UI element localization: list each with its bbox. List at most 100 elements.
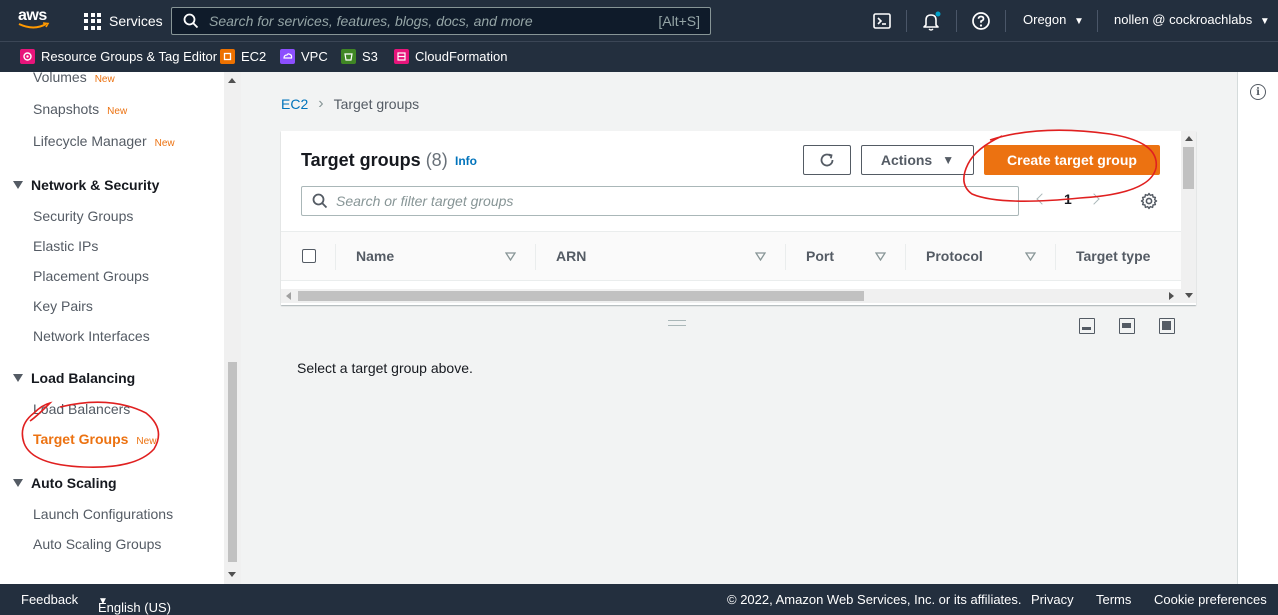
sidebar-item-volumes[interactable]: Volumes New: [33, 72, 115, 85]
scroll-up-arrow-icon[interactable]: [228, 78, 236, 83]
refresh-button[interactable]: [803, 145, 851, 175]
sidebar-item-network-interfaces[interactable]: Network Interfaces: [33, 328, 150, 344]
sidebar-item-key-pairs[interactable]: Key Pairs: [33, 298, 93, 314]
favorite-vpc[interactable]: VPC: [280, 49, 328, 64]
sort-icon[interactable]: [755, 252, 766, 261]
current-page-number[interactable]: 1: [1064, 191, 1072, 207]
favorite-cloudformation[interactable]: CloudFormation: [394, 49, 508, 64]
feedback-link[interactable]: Feedback: [21, 592, 78, 607]
side-navigation: Volumes New Snapshots New Lifecycle Manage…: [0, 72, 241, 584]
help-icon[interactable]: [971, 11, 991, 31]
copyright-text: © 2022, Amazon Web Services, Inc. or its…: [727, 592, 1022, 607]
terms-link[interactable]: Terms: [1096, 592, 1131, 607]
info-link[interactable]: Info: [455, 154, 477, 168]
sidebar-scrollbar[interactable]: [224, 72, 241, 584]
info-icon[interactable]: i: [1250, 84, 1266, 100]
nav-divider: [1005, 10, 1006, 32]
column-divider[interactable]: [1055, 244, 1056, 270]
split-panel-middle-icon[interactable]: [1119, 318, 1135, 334]
scroll-down-arrow-icon[interactable]: [1185, 293, 1193, 298]
cloudshell-icon[interactable]: [872, 11, 892, 31]
cloudformation-icon: [394, 49, 409, 64]
nav-divider: [1097, 10, 1098, 32]
language-selector[interactable]: English (US) ▼: [98, 592, 171, 615]
split-panel-resize-handle[interactable]: [668, 320, 686, 326]
column-divider[interactable]: [785, 244, 786, 270]
actions-dropdown-button[interactable]: Actions ▼: [861, 145, 974, 175]
tools-panel-rail: i: [1237, 72, 1278, 584]
scrollbar-thumb[interactable]: [1183, 147, 1194, 189]
account-label: nollen @ cockroachlabs: [1114, 12, 1253, 27]
new-badge: New: [107, 106, 128, 117]
region-selector[interactable]: Oregon ▼: [1023, 12, 1084, 27]
sidebar-section-network-security[interactable]: Network & Security: [13, 177, 159, 193]
create-target-group-button[interactable]: Create target group: [984, 145, 1160, 175]
caret-down-icon: [13, 374, 23, 382]
gear-icon[interactable]: [1140, 192, 1158, 210]
column-divider[interactable]: [905, 244, 906, 270]
sidebar-item-placement-groups[interactable]: Placement Groups: [33, 268, 149, 284]
favorite-resource-groups[interactable]: Resource Groups & Tag Editor: [20, 49, 217, 64]
scroll-up-arrow-icon[interactable]: [1185, 136, 1193, 141]
account-menu[interactable]: nollen @ cockroachlabs ▼: [1114, 12, 1270, 27]
caret-down-icon: ▼: [1259, 16, 1270, 27]
next-page-icon[interactable]: [1088, 193, 1100, 205]
sidebar-section-auto-scaling[interactable]: Auto Scaling: [13, 475, 117, 491]
column-header-port[interactable]: Port: [806, 248, 834, 264]
favorite-ec2[interactable]: EC2: [220, 49, 266, 64]
scrollbar-thumb[interactable]: [228, 362, 237, 562]
global-search-input[interactable]: [209, 13, 659, 29]
sidebar-item-load-balancers[interactable]: Load Balancers: [33, 401, 130, 417]
aws-logo[interactable]: aws: [18, 8, 52, 34]
breadcrumb-ec2-link[interactable]: EC2: [281, 96, 308, 112]
favorite-label: Resource Groups & Tag Editor: [41, 49, 218, 64]
caret-down-icon: ▼: [1074, 16, 1084, 27]
services-menu-button[interactable]: Services: [84, 10, 163, 32]
table-horizontal-scrollbar[interactable]: [281, 289, 1181, 303]
target-group-count: (8): [425, 150, 448, 170]
select-all-checkbox[interactable]: [302, 249, 316, 263]
resource-groups-icon: [20, 49, 35, 64]
scroll-down-arrow-icon[interactable]: [228, 572, 236, 577]
empty-selection-message: Select a target group above.: [297, 360, 473, 376]
column-header-name[interactable]: Name: [356, 248, 394, 264]
scroll-right-arrow-icon[interactable]: [1169, 292, 1174, 300]
sort-icon[interactable]: [875, 252, 886, 261]
breadcrumb-current: Target groups: [333, 96, 420, 112]
notifications-bell-icon[interactable]: [921, 11, 941, 31]
filter-target-groups-input[interactable]: [336, 193, 1018, 209]
sidebar-item-target-groups[interactable]: Target Groups New: [33, 431, 156, 447]
sort-icon[interactable]: [1025, 252, 1036, 261]
favorite-label: S3: [362, 49, 378, 64]
pagination: 1: [1036, 191, 1100, 207]
page-title: Target groups (8): [301, 150, 448, 170]
sidebar-section-load-balancing[interactable]: Load Balancing: [13, 370, 135, 386]
column-divider[interactable]: [535, 244, 536, 270]
target-groups-table-panel: Target groups (8) Info Actions ▼ Create …: [281, 131, 1196, 305]
services-label: Services: [109, 13, 163, 29]
caret-down-icon: [13, 181, 23, 189]
column-header-arn[interactable]: ARN: [556, 248, 586, 264]
table-vertical-scrollbar[interactable]: [1181, 131, 1196, 303]
breadcrumb: EC2 › Target groups: [281, 95, 419, 113]
sidebar-item-snapshots[interactable]: Snapshots New: [33, 101, 127, 117]
split-panel-bottom-icon[interactable]: [1079, 318, 1095, 334]
column-header-protocol[interactable]: Protocol: [926, 248, 983, 264]
refresh-icon: [820, 153, 834, 167]
chevron-right-icon: ›: [318, 95, 324, 112]
sidebar-item-security-groups[interactable]: Security Groups: [33, 208, 133, 224]
scrollbar-thumb[interactable]: [298, 291, 864, 301]
cookie-preferences-link[interactable]: Cookie preferences: [1154, 592, 1267, 607]
column-header-target-type[interactable]: Target type: [1076, 248, 1150, 264]
favorite-s3[interactable]: S3: [341, 49, 378, 64]
previous-page-icon[interactable]: [1036, 193, 1048, 205]
split-panel-full-icon[interactable]: [1159, 318, 1175, 334]
sidebar-item-lifecycle-manager[interactable]: Lifecycle Manager New: [33, 133, 175, 149]
table-header: Name ARN Port Protocol Target type: [281, 231, 1181, 281]
sort-icon[interactable]: [505, 252, 516, 261]
scroll-left-arrow-icon[interactable]: [286, 292, 291, 300]
sidebar-item-launch-configurations[interactable]: Launch Configurations: [33, 506, 173, 522]
sidebar-item-elastic-ips[interactable]: Elastic IPs: [33, 238, 98, 254]
sidebar-item-auto-scaling-groups[interactable]: Auto Scaling Groups: [33, 536, 161, 552]
privacy-link[interactable]: Privacy: [1031, 592, 1074, 607]
